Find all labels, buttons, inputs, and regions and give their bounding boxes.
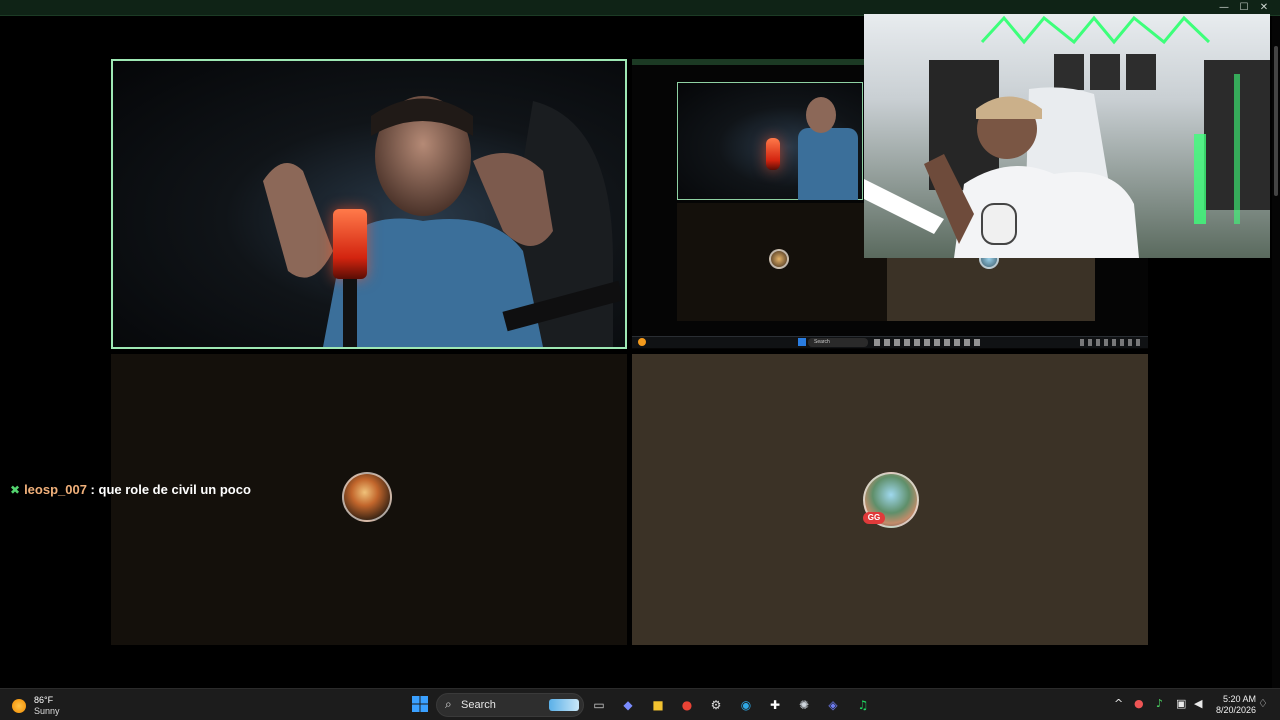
clock-date: 8/20/2026 [1215,705,1256,715]
file-explorer-icon[interactable]: ■ [648,695,668,715]
clock[interactable]: 5:20 AM 8/20/2026 [1210,694,1256,716]
gg-badge-icon: GG [863,512,885,524]
weather-condition: Sunny [34,706,60,716]
steam-icon[interactable]: ✺ [794,695,814,715]
streamer-webcam-feed [864,15,1270,258]
shared-camera-thumb [677,82,863,200]
mini-weather-icon [638,338,646,346]
chat-separator: : [86,482,99,497]
tray-chevron-icon[interactable]: ^ [1114,697,1123,710]
discord-icon[interactable]: ◈ [823,695,843,715]
taskbar-search-label: Search [461,699,496,711]
camera-feed-main [263,96,624,347]
clock-time: 5:20 AM [1222,694,1256,704]
verified-k-icon: ✖ [10,483,21,497]
search-icon: ⌕ [445,697,452,711]
shared-screen-taskbar: Search [632,336,1148,348]
participant-camera-main[interactable] [111,59,627,349]
start-icon[interactable] [410,695,430,715]
weather-temp: 86°F [34,695,54,705]
mini-app-icons [874,339,984,346]
microphone-icon[interactable]: ♪ [1156,697,1163,710]
sun-icon [12,699,26,713]
video-call-window: — ☐ ✕ Search GG ✖ leosp_007: que role d… [0,0,1280,688]
edge-icon[interactable]: ◉ [736,695,756,715]
volume-icon[interactable]: ◀ [1194,697,1202,710]
notification-bell-icon[interactable]: ♢ [1258,697,1268,710]
search-highlight-icon [549,699,579,711]
tool-app-icon[interactable]: ⚙ [706,695,726,715]
chat-username: leosp_007 [24,482,87,497]
chat-text: que role de civil un poco [98,482,251,497]
mini-start-icon [798,338,806,346]
task-view-icon[interactable]: ▭ [589,695,609,715]
mini-tray [1080,339,1140,346]
taskbar-search[interactable]: ⌕ Search [436,693,584,717]
participant-1-avatar [342,472,392,522]
tray-app-icon[interactable]: ● [1134,697,1144,710]
spotify-icon[interactable]: ♫ [853,695,873,715]
mic-stand [343,279,357,347]
streamer-webcam-overlay [864,14,1270,258]
participant-avatar-1[interactable] [111,354,627,645]
network-icon[interactable]: ▣ [1176,697,1186,710]
chat-message: ✖ leosp_007 : que role de civil un poco [10,482,251,497]
shared-avatar-tile-1 [677,203,887,321]
chrome-icon[interactable]: ● [677,695,697,715]
microphone-red [333,209,367,279]
scrollbar[interactable] [1272,16,1280,688]
mini-search: Search [808,338,868,347]
participant-avatar-2[interactable]: GG [632,354,1148,645]
capture-app-icon[interactable]: ✚ [765,695,785,715]
scrollbar-thumb[interactable] [1274,46,1278,196]
windows-taskbar: 86°F Sunny ⌕ Search ▭ ◆ ■ ● ⚙ ◉ ✚ ✺ ◈ ♫ ^ ● ♪ ▣ ◀… [0,688,1280,720]
copilot-icon[interactable]: ◆ [618,695,638,715]
